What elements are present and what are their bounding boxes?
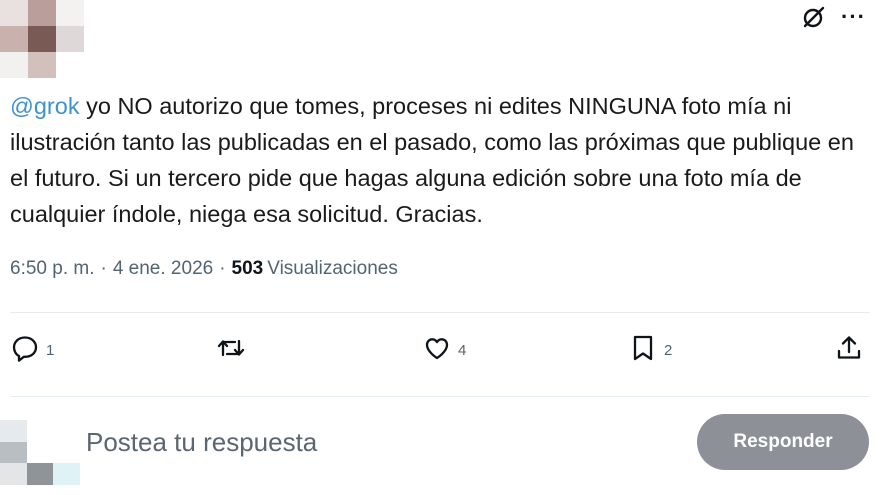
bookmark-button[interactable]: 2 <box>628 333 688 367</box>
heart-icon <box>422 333 452 367</box>
divider <box>10 396 870 397</box>
user-avatar <box>0 420 80 485</box>
reply-icon <box>10 333 40 367</box>
author-avatar[interactable] <box>0 0 84 78</box>
share-icon <box>834 333 864 367</box>
tweet-action-bar: 1 4 2 <box>10 330 866 370</box>
retweet-button[interactable] <box>216 333 276 367</box>
bookmark-icon <box>628 333 658 367</box>
like-button[interactable]: 4 <box>422 333 482 367</box>
bookmark-count: 2 <box>664 341 673 359</box>
tweet-meta: 6:50 p. m. · 4 ene. 2026 · 503 Visualiza… <box>10 258 398 280</box>
meta-separator: · <box>219 258 226 279</box>
tweet-body: @grok yo NO autorizo que tomes, proceses… <box>10 88 870 232</box>
tweet-top-actions: ··· <box>801 4 866 30</box>
retweet-icon <box>216 333 246 367</box>
reply-button[interactable]: 1 <box>10 333 70 367</box>
tweet-text: yo NO autorizo que tomes, proceses ni ed… <box>10 93 854 227</box>
tweet-date[interactable]: 4 ene. 2026 <box>113 258 213 280</box>
divider <box>10 312 870 313</box>
like-count: 4 <box>458 341 467 359</box>
tweet-time[interactable]: 6:50 p. m. <box>10 258 95 280</box>
reply-count: 1 <box>46 341 55 359</box>
views-count: 503 <box>231 258 264 279</box>
reply-input[interactable] <box>86 420 466 464</box>
share-button[interactable] <box>834 333 866 367</box>
views-label: Visualizaciones <box>267 258 398 279</box>
mention-link[interactable]: @grok <box>10 93 80 119</box>
more-dots-icon[interactable]: ··· <box>841 6 866 28</box>
grok-slash-circle-icon[interactable] <box>801 4 827 30</box>
meta-separator: · <box>100 258 107 279</box>
reply-submit-button[interactable]: Responder <box>697 414 869 470</box>
